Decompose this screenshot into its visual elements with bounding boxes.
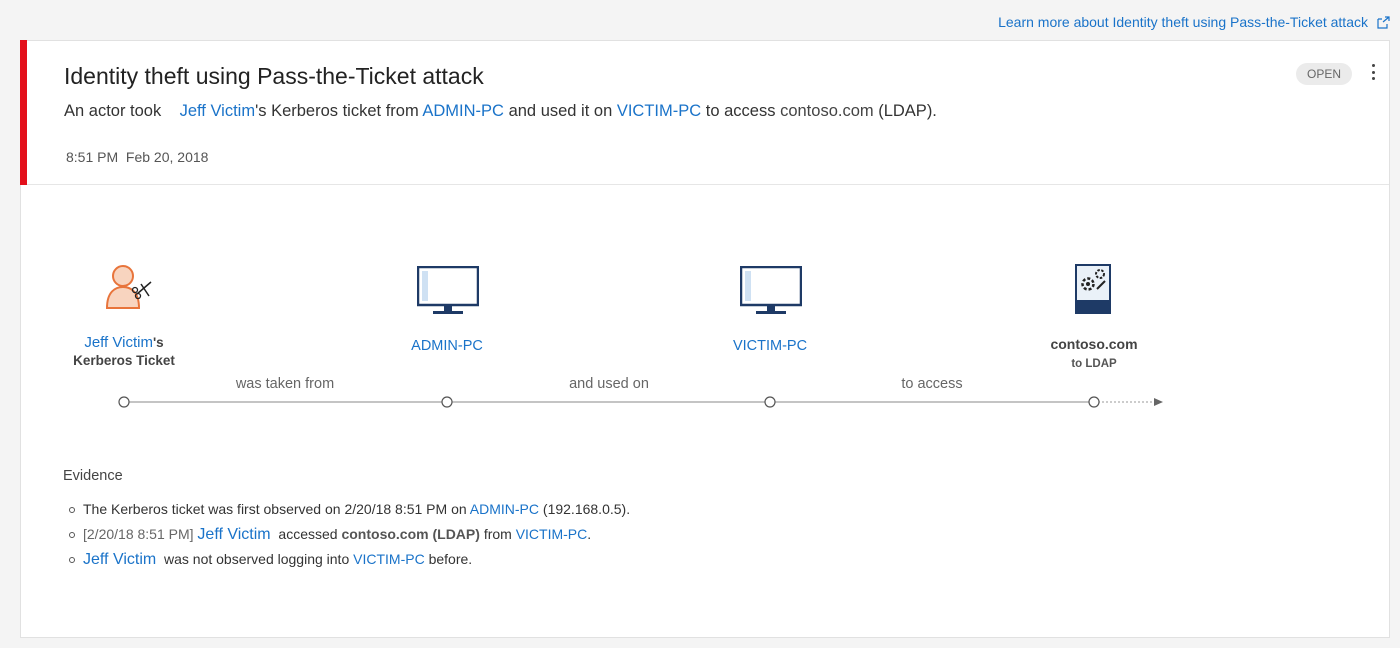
user-scissors-icon (105, 265, 152, 309)
timeline-node-1 (118, 396, 130, 408)
desc-suffix: (LDAP). (878, 102, 937, 120)
node-user: Jeff Victim's Kerberos Ticket (73, 334, 175, 370)
evidence-admin-pc-link[interactable]: ADMIN-PC (470, 501, 539, 517)
evidence-text: was not observed logging into (164, 551, 350, 567)
evidence-item: Jeff Victim was not observed logging int… (63, 548, 630, 573)
status-badge[interactable]: OPEN (1295, 63, 1352, 85)
desc-prefix: An actor took (64, 102, 162, 120)
alert-card: Identity theft using Pass-the-Ticket att… (20, 40, 1390, 638)
alert-description: An actor took Jeff Victim's Kerberos tic… (64, 102, 937, 121)
evidence-user-link[interactable]: Jeff Victim (197, 526, 270, 543)
more-options-icon[interactable] (1367, 61, 1379, 83)
timeline (118, 396, 1163, 408)
edge-label-1: was taken from (235, 376, 335, 392)
desc-target-link[interactable]: VICTIM-PC (617, 102, 701, 120)
evidence-user-link[interactable]: Jeff Victim (83, 551, 156, 568)
desc-mid1: 's Kerberos ticket from (255, 102, 419, 120)
monitor-icon (417, 266, 479, 314)
node-victim-pc: VICTIM-PC (733, 337, 807, 355)
evidence-text: from (483, 526, 512, 542)
evidence-list: The Kerberos ticket was first observed o… (63, 498, 630, 573)
timeline-node-3 (764, 396, 776, 408)
node-admin-pc: ADMIN-PC (411, 337, 483, 355)
attack-graph: Jeff Victim's Kerberos Ticket ADMIN-PC V… (21, 186, 1391, 456)
external-link-icon (1377, 15, 1390, 29)
severity-bar (20, 40, 27, 185)
desc-mid3: to access (705, 102, 776, 120)
evidence-title: Evidence (63, 468, 123, 484)
evidence-section: Evidence The Kerberos ticket was first o… (63, 468, 630, 573)
alert-header: Identity theft using Pass-the-Ticket att… (20, 40, 1389, 185)
node-user-sub: Kerberos Ticket (73, 353, 175, 368)
node-user-suffix: 's (152, 335, 164, 350)
evidence-item: The Kerberos ticket was first observed o… (63, 498, 630, 523)
node-user-link[interactable]: Jeff Victim (84, 334, 153, 351)
evidence-victim-pc-link[interactable]: VICTIM-PC (353, 551, 425, 567)
node-resource-label: contoso.com (1050, 336, 1138, 352)
node-admin-pc-link[interactable]: ADMIN-PC (411, 338, 483, 354)
node-resource: contoso.com to LDAP (1050, 336, 1137, 370)
learn-more-link[interactable]: Learn more about Identity theft using Pa… (998, 14, 1368, 30)
timeline-node-2 (441, 396, 453, 408)
node-resource-sub: to LDAP (1071, 358, 1117, 370)
evidence-text: (192.168.0.5). (542, 501, 631, 517)
evidence-text: before. (428, 551, 473, 567)
edge-label-2: and used on (569, 376, 649, 392)
evidence-text: . (587, 526, 592, 542)
evidence-item: [2/20/18 8:51 PM] Jeff Victim accessed c… (63, 523, 630, 548)
alert-date: Feb 20, 2018 (125, 149, 209, 165)
alert-title: Identity theft using Pass-the-Ticket att… (64, 63, 484, 89)
server-gears-icon (1075, 264, 1111, 314)
evidence-text: The Kerberos ticket was first observed o… (83, 501, 467, 517)
desc-source-link[interactable]: ADMIN-PC (422, 102, 504, 120)
alert-timestamp: 8:51 PM Feb 20, 2018 (66, 149, 208, 165)
evidence-timestamp: [2/20/18 8:51 PM] (83, 526, 194, 542)
learn-more[interactable]: Learn more about Identity theft using Pa… (998, 14, 1390, 30)
edge-label-3: to access (901, 376, 963, 392)
evidence-victim-pc-link[interactable]: VICTIM-PC (516, 526, 588, 542)
desc-resource: contoso.com (780, 102, 874, 120)
node-victim-pc-link[interactable]: VICTIM-PC (733, 338, 807, 354)
evidence-text: accessed (278, 526, 338, 542)
desc-user-link[interactable]: Jeff Victim (180, 102, 256, 120)
monitor-icon (740, 266, 802, 314)
evidence-resource: contoso.com (LDAP) (341, 526, 480, 542)
alert-time: 8:51 PM (66, 149, 119, 165)
desc-mid2: and used it on (508, 102, 613, 120)
timeline-node-4 (1088, 396, 1100, 408)
